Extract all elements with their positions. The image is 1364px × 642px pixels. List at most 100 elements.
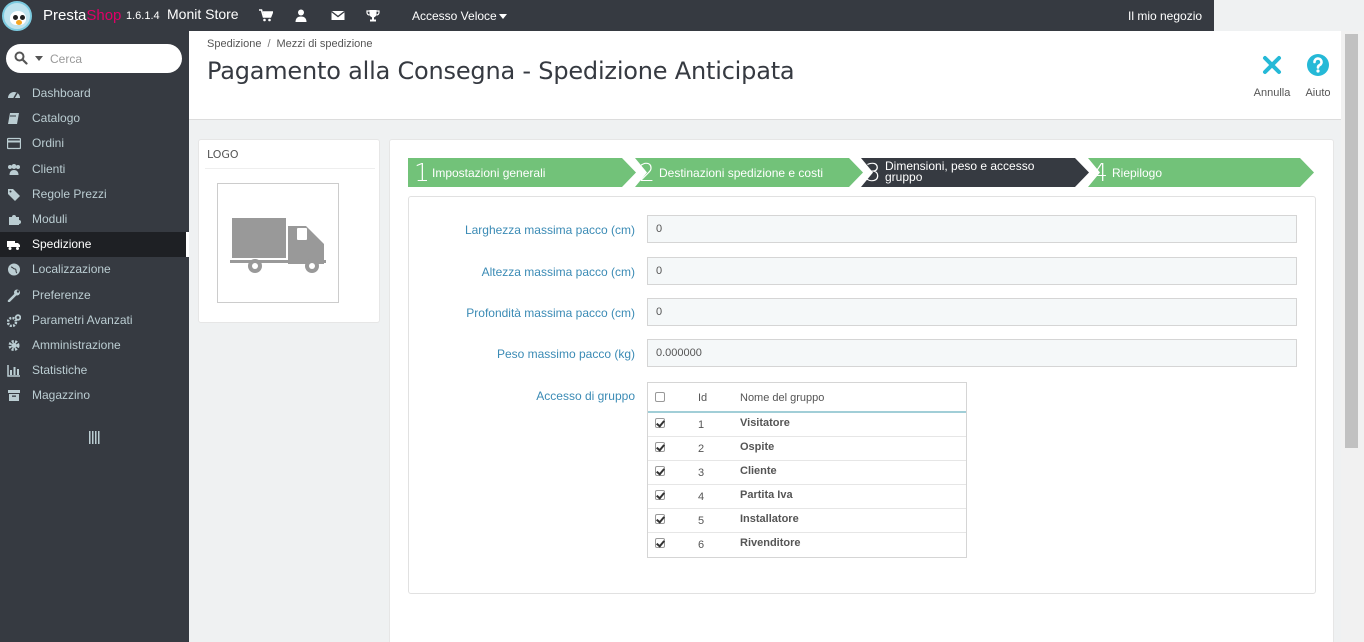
sidebar-item-magazzino[interactable]: Magazzino xyxy=(0,383,189,408)
wrench-icon xyxy=(7,289,20,302)
sidebar-item-ordini[interactable]: Ordini xyxy=(0,131,189,156)
max-width-label: Larghezza massima pacco (cm) xyxy=(464,223,635,237)
max-height-label: Altezza massima pacco (cm) xyxy=(481,265,635,279)
table-row: 4 Partita Iva xyxy=(648,485,966,509)
carrier-logo-image xyxy=(217,183,339,303)
archive-icon xyxy=(8,390,20,402)
group-access-table: Id Nome del gruppo 1 Visitatore 2 Ospite… xyxy=(647,382,967,558)
sidebar-item-label: Parametri Avanzati xyxy=(32,312,133,327)
sidebar-item-label: Ordini xyxy=(32,136,65,151)
breadcrumb-item[interactable]: Mezzi di spedizione xyxy=(277,38,373,50)
trophy-icon[interactable] xyxy=(366,9,380,22)
sidebar-item-preferenze[interactable]: Preferenze xyxy=(0,283,189,308)
group-checkbox[interactable] xyxy=(655,490,665,500)
help-button[interactable]: Aiuto xyxy=(1298,51,1338,99)
group-access-label: Accesso di gruppo xyxy=(536,389,635,403)
sidebar-item-label: Dashboard xyxy=(32,86,91,100)
version-label: 1.6.1.4 xyxy=(126,10,160,22)
sidebar-item-moduli[interactable]: Moduli xyxy=(0,207,189,232)
close-icon xyxy=(1263,56,1281,74)
column-header-group-name: Nome del gruppo xyxy=(740,392,825,404)
store-name[interactable]: Monit Store xyxy=(167,6,239,22)
dimensions-form: Larghezza massima pacco (cm) Altezza mas… xyxy=(408,196,1316,594)
table-row: 2 Ospite xyxy=(648,437,966,461)
column-header-id: Id xyxy=(698,392,708,404)
bar-chart-icon xyxy=(7,365,20,377)
sidebar-item-label: Magazzino xyxy=(32,388,91,403)
question-circle-icon xyxy=(1307,54,1329,76)
table-row: 3 Cliente xyxy=(648,461,966,485)
sidebar-item-parametri-avanzati[interactable]: Parametri Avanzati xyxy=(0,308,189,333)
sidebar-item-regole-prezzi[interactable]: Regole Prezzi xyxy=(0,182,189,207)
prestashop-logo-icon[interactable] xyxy=(2,1,32,31)
sidebar-item-amministrazione[interactable]: Amministrazione xyxy=(0,333,189,358)
wizard-step-3[interactable]: 3 Dimensioni, peso e accesso gruppo xyxy=(861,158,1089,187)
max-depth-label: Profondità massima pacco (cm) xyxy=(466,306,635,320)
truck-icon xyxy=(230,218,326,273)
sidebar-item-clienti[interactable]: Clienti xyxy=(0,157,189,182)
puzzle-icon xyxy=(9,214,21,225)
search-scope-caret-icon[interactable] xyxy=(35,56,43,61)
max-weight-label: Peso massimo pacco (kg) xyxy=(496,347,635,361)
truck-icon xyxy=(7,241,20,251)
vertical-scrollbar[interactable] xyxy=(1341,31,1364,642)
sidebar-item-catalogo[interactable]: Catalogo xyxy=(0,106,189,131)
table-header: Id Nome del gruppo xyxy=(648,383,966,413)
max-height-input[interactable] xyxy=(647,257,1297,285)
user-icon[interactable] xyxy=(294,9,308,22)
breadcrumb: Spedizione / Mezzi di spedizione xyxy=(207,38,373,50)
group-checkbox[interactable] xyxy=(655,418,665,428)
sidebar-item-label: Spedizione xyxy=(32,237,92,252)
collapse-menu-icon[interactable] xyxy=(89,431,100,444)
caret-down-icon xyxy=(498,14,507,20)
sidebar-item-dashboard[interactable]: Dashboard xyxy=(0,81,189,106)
cogs-icon xyxy=(7,313,21,327)
table-row: 5 Installatore xyxy=(648,509,966,533)
max-depth-input[interactable] xyxy=(647,298,1297,326)
my-store-link[interactable]: Il mio negozio xyxy=(1128,9,1202,23)
sidebar-menu: Dashboard Catalogo Ordini Clienti Regole… xyxy=(0,81,189,408)
sidebar-item-label: Moduli xyxy=(32,211,68,226)
wizard-step-4[interactable]: 4 Riepilogo xyxy=(1088,158,1314,187)
sidebar-item-label: Clienti xyxy=(32,161,66,176)
select-all-checkbox[interactable] xyxy=(655,392,665,402)
sidebar-item-label: Statistiche xyxy=(32,363,88,378)
sidebar-item-label: Regole Prezzi xyxy=(32,186,107,201)
cog-icon xyxy=(8,339,20,351)
logo-panel-title: LOGO xyxy=(207,148,239,161)
search-box xyxy=(6,44,182,73)
wizard-step-2[interactable]: 2 Destinazioni spedizione e costi xyxy=(635,158,863,187)
search-icon[interactable] xyxy=(14,51,28,65)
sidebar-item-statistiche[interactable]: Statistiche xyxy=(0,358,189,383)
max-weight-input[interactable] xyxy=(647,339,1297,367)
dashboard-icon xyxy=(8,92,20,99)
tags-icon xyxy=(8,188,20,201)
table-row: 1 Visitatore xyxy=(648,413,966,437)
quick-access-dropdown[interactable]: Accesso Veloce xyxy=(412,9,507,23)
group-checkbox[interactable] xyxy=(655,538,665,548)
page-title: Pagamento alla Consegna - Spedizione Ant… xyxy=(207,57,795,85)
scrollbar-thumb[interactable] xyxy=(1345,34,1358,448)
credit-card-icon xyxy=(7,138,21,150)
sidebar-item-localizzazione[interactable]: Localizzazione xyxy=(0,257,189,282)
breadcrumb-item[interactable]: Spedizione xyxy=(207,38,261,50)
globe-icon xyxy=(8,263,20,276)
cart-icon[interactable] xyxy=(259,9,273,22)
table-row: 6 Rivenditore xyxy=(648,533,966,557)
cancel-button[interactable]: Annulla xyxy=(1252,51,1292,99)
envelope-icon[interactable] xyxy=(331,9,345,22)
group-checkbox[interactable] xyxy=(655,514,665,524)
sidebar: Dashboard Catalogo Ordini Clienti Regole… xyxy=(0,31,189,642)
sidebar-item-spedizione[interactable]: Spedizione xyxy=(0,232,189,258)
sidebar-item-label: Localizzazione xyxy=(32,262,111,277)
carrier-wizard-panel: 1 Impostazioni generali 2 Destinazioni s… xyxy=(389,139,1334,642)
book-icon xyxy=(8,113,19,125)
sidebar-item-label: Catalogo xyxy=(32,111,81,126)
sidebar-item-label: Preferenze xyxy=(32,287,91,302)
wizard-step-1[interactable]: 1 Impostazioni generali xyxy=(408,158,636,187)
brand-name: PrestaShop xyxy=(43,7,122,24)
group-checkbox[interactable] xyxy=(655,442,665,452)
max-width-input[interactable] xyxy=(647,215,1297,243)
search-input[interactable] xyxy=(50,50,170,67)
group-checkbox[interactable] xyxy=(655,466,665,476)
